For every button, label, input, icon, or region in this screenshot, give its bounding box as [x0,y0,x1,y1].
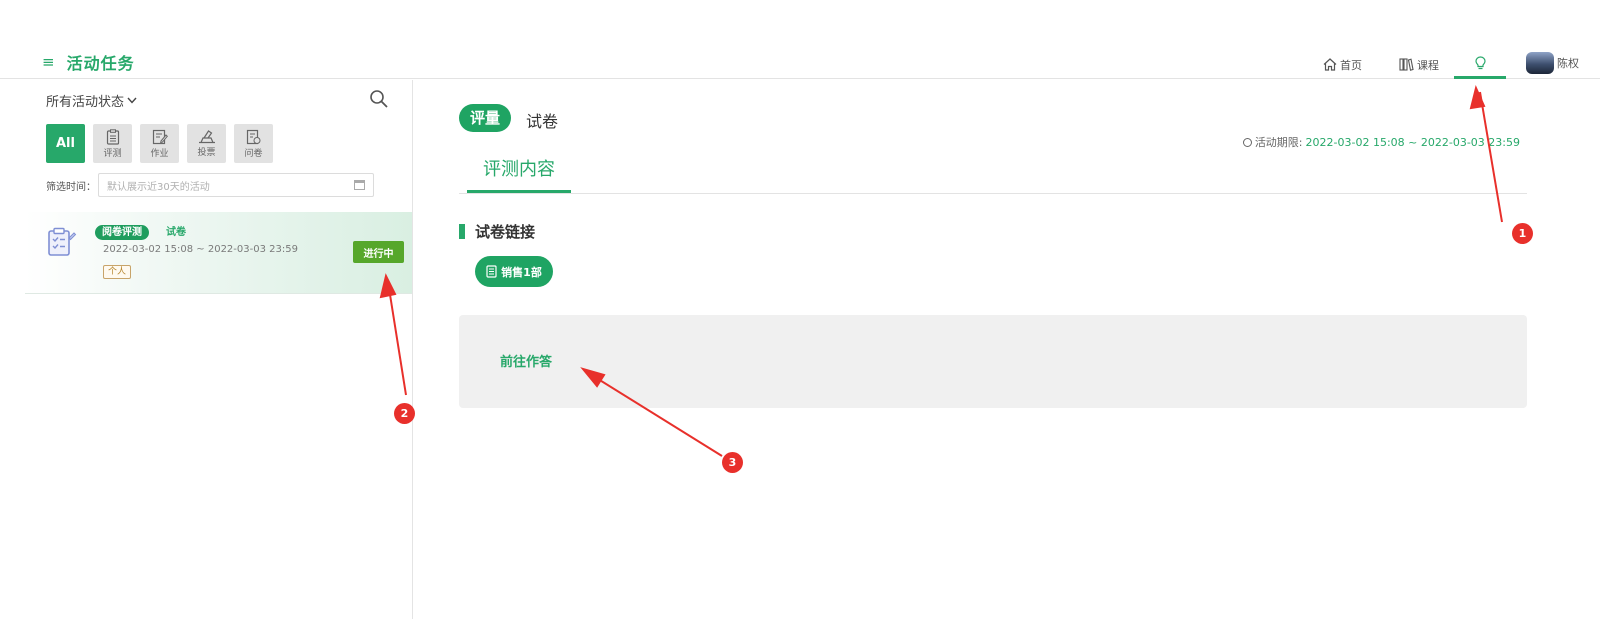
evaluation-tag: 评量 [459,104,512,132]
page: ≡ 活动任务 首页 课程 陈权 所有活动状态 All 评测 作业 投票 问卷 筛… [0,0,1600,619]
tab-evaluation-content[interactable]: 评测内容 [467,156,571,193]
section-title-text: 试卷链接 [475,223,536,241]
sidebar: 所有活动状态 All 评测 作业 投票 问卷 筛选时间： 默认展示近30天的活动… [0,80,413,619]
nav-user[interactable]: 陈权 [1526,44,1596,79]
activity-period: 活动期限: 2022-03-02 15:08 ~ 2022-03-03 23:5… [1242,134,1520,150]
tab-divider [459,193,1527,194]
status-badge: 进行中 [353,241,404,263]
type-tabs: All 评测 作业 投票 问卷 [46,124,273,163]
main-content: 评量 试卷 活动期限: 2022-03-02 15:08 ~ 2022-03-0… [414,80,1600,619]
type-tab-survey-label: 问卷 [244,148,263,159]
search-icon[interactable] [369,89,389,109]
type-tab-homework[interactable]: 作业 [140,124,179,163]
activity-time-range: 2022-03-02 15:08 ~ 2022-03-03 23:59 [103,244,298,255]
type-tab-evaluation[interactable]: 评测 [93,124,132,163]
app-title-text: 活动任务 [66,54,135,73]
type-tab-homework-label: 作业 [150,148,169,159]
activity-card[interactable]: 阅卷评测 试卷 2022-03-02 15:08 ~ 2022-03-03 23… [25,212,412,294]
annotation-marker-1: 1 [1512,223,1533,244]
document-icon [486,265,497,278]
section-bar [459,224,465,239]
period-label: 活动期限: [1254,136,1303,149]
paper-label: 试卷 [526,112,559,131]
annotation-marker-2: 2 [394,403,415,424]
edit-doc-icon [152,129,168,144]
home-icon [1323,58,1337,71]
paper-link-chip[interactable]: 销售1部 [475,256,553,287]
date-range-input[interactable]: 默认展示近30天的活动 [98,173,374,197]
date-range-placeholder: 默认展示近30天的活动 [107,181,210,193]
status-filter-dropdown[interactable]: 所有活动状态 [46,91,137,110]
activity-kind: 试卷 [166,227,186,238]
clock-icon [1242,137,1252,147]
top-header: ≡ 活动任务 首页 课程 陈权 [0,0,1600,79]
nav-activity[interactable] [1454,44,1506,79]
type-tab-all-label: All [56,136,75,151]
nav-home-label: 首页 [1340,58,1362,72]
clipboard-icon [106,128,119,145]
status-filter-label: 所有活动状态 [46,95,125,110]
app-title: ≡ 活动任务 [42,50,135,74]
activity-scope-badge: 个人 [103,265,132,279]
books-icon [1399,58,1414,71]
type-tab-evaluation-label: 评测 [103,148,122,159]
filter-time-label: 筛选时间： [46,181,96,193]
nav-home[interactable]: 首页 [1323,44,1373,79]
paper-link-label: 销售1部 [501,265,542,279]
tab-evaluation-content-label: 评测内容 [483,159,555,180]
lightbulb-icon [1474,56,1486,70]
type-tab-vote[interactable]: 投票 [187,124,226,163]
time-filter-row: 筛选时间： 默认展示近30天的活动 [46,173,374,197]
section-title: 试卷链接 [459,221,535,242]
nav-course-label: 课程 [1417,58,1439,72]
calendar-icon [354,180,365,190]
survey-icon [246,129,261,144]
avatar [1526,52,1554,74]
answer-panel: 前往作答 [459,315,1527,408]
clipboard-checklist-icon [48,227,77,256]
vote-icon [198,130,215,144]
chevron-down-icon [127,97,137,104]
annotation-marker-3: 3 [722,452,743,473]
type-tab-all[interactable]: All [46,124,85,163]
period-value: 2022-03-02 15:08 ~ 2022-03-03 23:59 [1305,135,1520,149]
type-tab-survey[interactable]: 问卷 [234,124,273,163]
go-answer-link[interactable]: 前往作答 [500,351,552,370]
activity-type-badge: 阅卷评测 [95,225,149,240]
nav-course[interactable]: 课程 [1399,44,1449,79]
menu-icon[interactable]: ≡ [42,54,55,70]
user-name: 陈权 [1557,57,1579,70]
type-tab-vote-label: 投票 [197,148,216,158]
